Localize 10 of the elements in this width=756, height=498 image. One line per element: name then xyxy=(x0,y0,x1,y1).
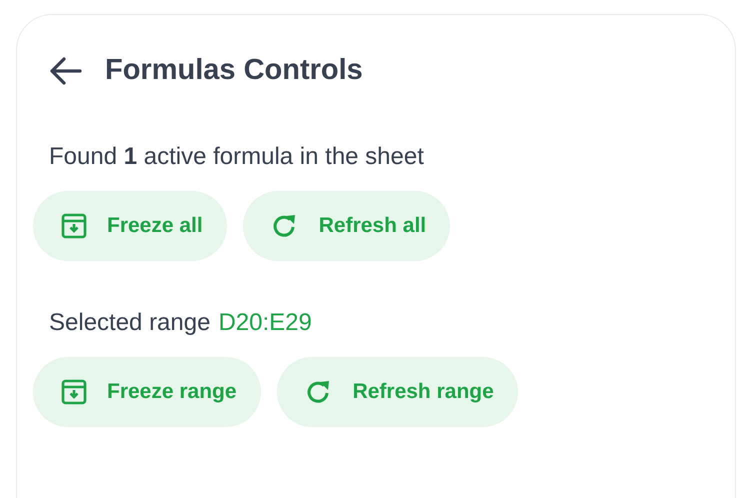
archive-icon xyxy=(61,212,87,238)
refresh-button[interactable]: Refresh range xyxy=(276,356,518,426)
range-value: D20:E29 xyxy=(218,308,312,338)
range-label: Selected range xyxy=(49,308,210,338)
freeze-button[interactable]: Freeze all xyxy=(33,190,227,260)
archive-icon xyxy=(61,378,87,404)
page-title: Formulas Controls xyxy=(105,53,363,88)
refresh-button[interactable]: Refresh all xyxy=(242,190,450,260)
freeze-button[interactable]: Freeze range xyxy=(33,356,261,426)
summary-text: Found 1 active formula in the sheet xyxy=(49,142,424,172)
